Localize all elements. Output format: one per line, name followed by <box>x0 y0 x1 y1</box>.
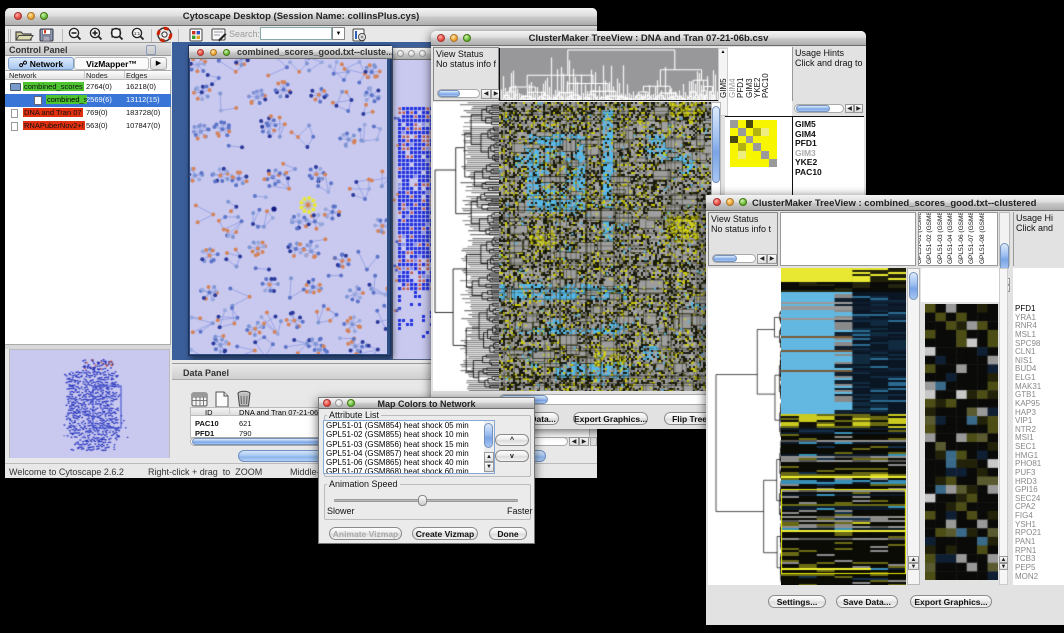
svg-text:1:1: 1:1 <box>134 31 141 36</box>
